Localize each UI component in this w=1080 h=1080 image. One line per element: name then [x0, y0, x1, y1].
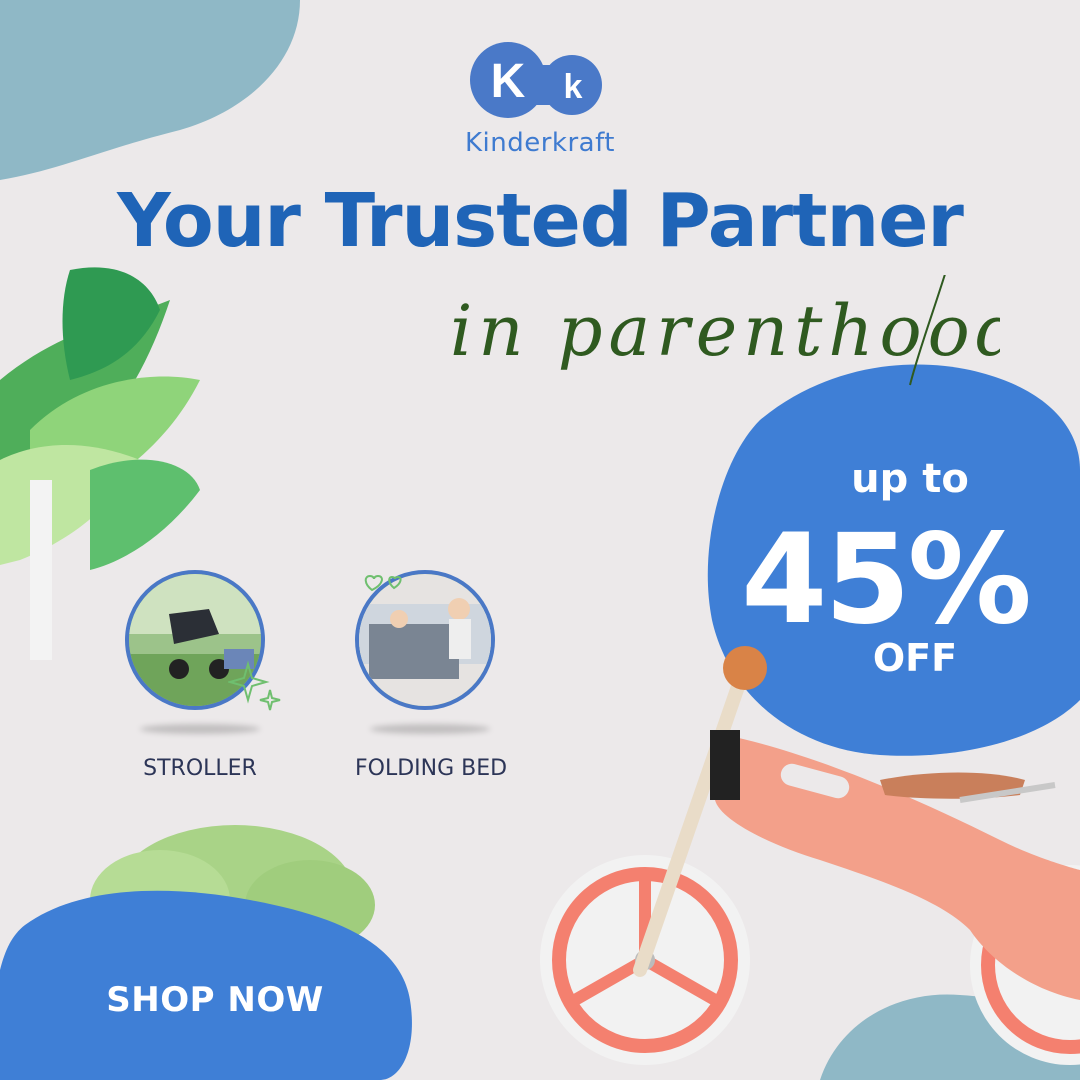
promo-off: OFF: [872, 636, 958, 680]
logo-mark-icon: K k: [470, 42, 602, 118]
sparkle-icon: [228, 660, 281, 711]
headline-title: Your Trusted Partner: [117, 178, 964, 264]
category-label: FOLDING BED: [355, 756, 508, 781]
folding-bed-shadow: [370, 724, 490, 734]
stroller-shadow: [140, 724, 260, 734]
heart-icon: [364, 574, 402, 592]
logo-letters: K: [491, 55, 526, 108]
category-folding-bed[interactable]: FOLDING BED: [355, 570, 508, 781]
headline-subtitle: in parenthood: [450, 275, 1000, 386]
category-label: STROLLER: [143, 756, 257, 781]
svg-text:k: k: [564, 68, 583, 106]
top-left-blob: [0, 0, 300, 180]
brand-name: Kinderkraft: [464, 128, 615, 158]
promo-upto: up to: [851, 456, 969, 502]
promo-amount: 45%: [741, 508, 1032, 652]
shop-now-button[interactable]: SHOP NOW: [60, 980, 370, 1020]
